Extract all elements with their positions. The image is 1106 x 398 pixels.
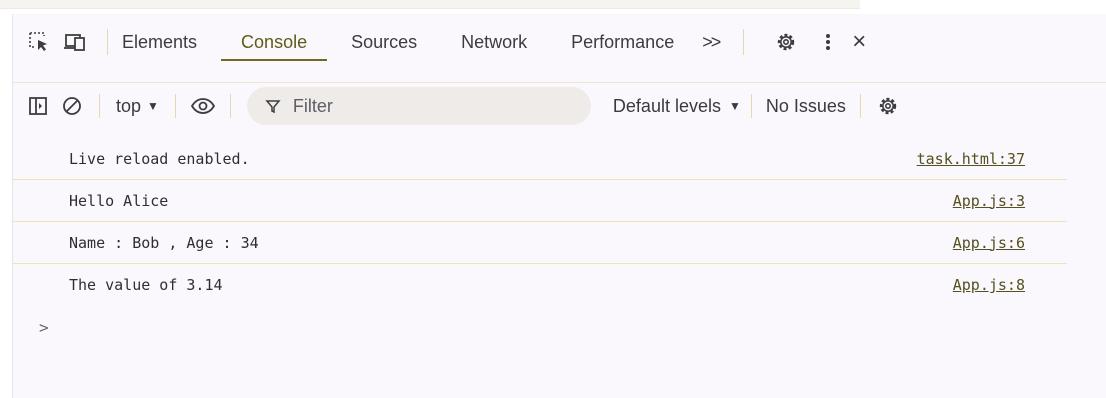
close-icon[interactable]: × (852, 30, 866, 54)
divider (174, 94, 176, 118)
toolbar-divider (13, 82, 1106, 83)
tab-network[interactable]: Network (461, 22, 527, 63)
tab-performance[interactable]: Performance (571, 22, 674, 63)
tab-bar: Elements Console Sources Network Perform… (13, 20, 1106, 64)
console-message: Name : Bob , Age : 34 App.js:6 (13, 222, 1067, 264)
prompt-chevron-icon: > (39, 317, 49, 337)
context-selector[interactable]: top ▼ (110, 96, 165, 117)
tab-console[interactable]: Console (221, 22, 328, 63)
device-toolbar-icon[interactable] (57, 24, 93, 60)
filter-field[interactable] (246, 87, 591, 125)
kebab-menu-icon[interactable] (826, 34, 831, 50)
live-expression-eye-icon[interactable] (186, 89, 220, 123)
console-prompt[interactable]: > (13, 306, 1106, 348)
devtools-panel: Elements Console Sources Network Perform… (12, 14, 1106, 398)
chevron-down-icon: ▼ (728, 99, 741, 113)
console-toolbar: top ▼ Default levels (13, 86, 1106, 126)
message-text: Hello Alice (69, 191, 169, 210)
filter-icon (265, 98, 281, 114)
inspect-element-icon[interactable] (21, 24, 57, 60)
chevron-down-icon: ▼ (147, 99, 159, 113)
console-message: Hello Alice App.js:3 (13, 180, 1067, 222)
divider (750, 94, 752, 118)
divider (743, 29, 745, 55)
source-link[interactable]: App.js:3 (953, 192, 1025, 210)
divider (859, 94, 861, 118)
issues-button[interactable]: No Issues (762, 96, 850, 117)
sidebar-toggle-icon[interactable] (21, 89, 55, 123)
message-text: Name : Bob , Age : 34 (69, 233, 259, 252)
gear-icon[interactable] (768, 24, 804, 60)
console-message: The value of 3.14 App.js:8 (13, 264, 1067, 306)
divider (107, 29, 108, 55)
message-text: Live reload enabled. (69, 149, 250, 168)
tab-sources[interactable]: Sources (351, 22, 417, 63)
divider (229, 94, 231, 118)
levels-label: Default levels (612, 95, 721, 116)
console-output: Live reload enabled. task.html:37 Hello … (13, 138, 1106, 348)
message-text: The value of 3.14 (69, 276, 223, 294)
top-strip (0, 0, 860, 9)
gear-icon[interactable] (871, 89, 905, 123)
clear-console-icon[interactable] (55, 89, 89, 123)
devtools-window: Elements Console Sources Network Perform… (0, 0, 1106, 398)
tabbar-right-tools: × (768, 24, 866, 60)
context-label: top (116, 95, 142, 116)
source-link[interactable]: task.html:37 (917, 150, 1025, 168)
more-tabs-button[interactable]: >> (702, 32, 721, 53)
source-link[interactable]: App.js:6 (953, 234, 1025, 252)
tab-elements[interactable]: Elements (122, 22, 197, 63)
filter-input[interactable] (290, 94, 555, 118)
console-message: Live reload enabled. task.html:37 (13, 138, 1067, 180)
log-levels-dropdown[interactable]: Default levels ▼ (613, 96, 741, 117)
source-link[interactable]: App.js:8 (953, 276, 1025, 294)
divider (99, 94, 100, 118)
